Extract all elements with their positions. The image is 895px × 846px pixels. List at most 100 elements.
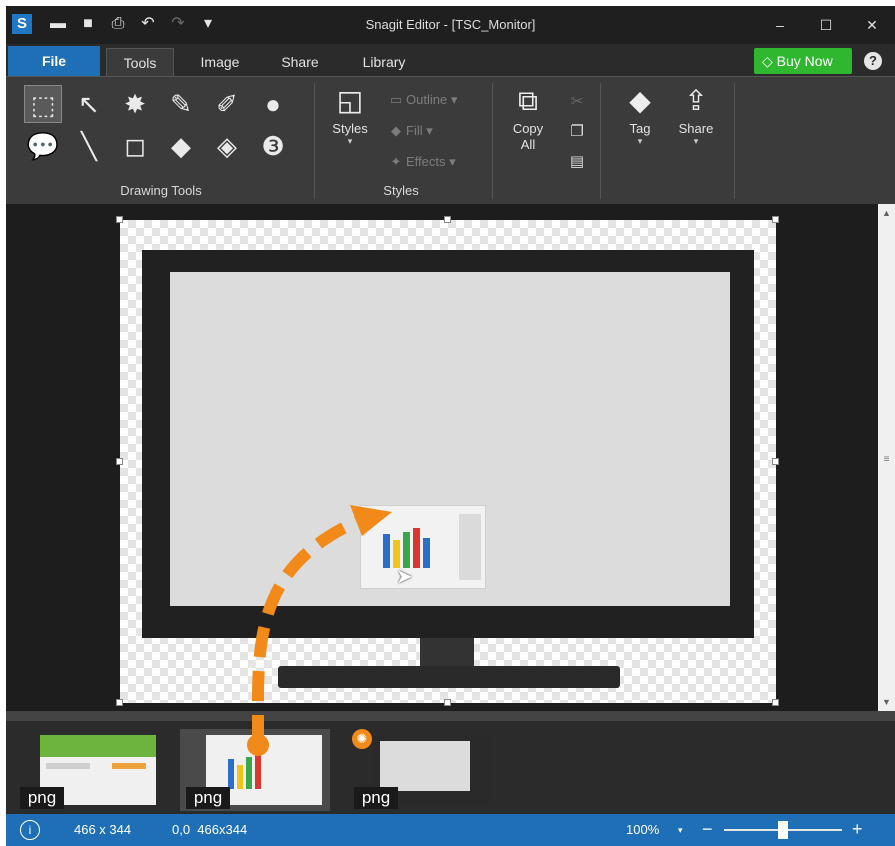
effects-option[interactable]: ✦ Effects ▾ (386, 151, 456, 173)
effects-icon: ✦ (390, 154, 402, 169)
resize-handle[interactable] (444, 216, 451, 223)
styles-group-label: Styles (383, 183, 419, 198)
bar-graphic (237, 765, 243, 789)
bar-blue (383, 534, 390, 568)
image-canvas[interactable]: ➤ (116, 216, 779, 706)
copy-all-icon: ⧉ (518, 85, 538, 116)
selection-tool-icon[interactable]: ⬚ (24, 85, 62, 123)
bar-red (413, 528, 420, 568)
scroll-grip-icon[interactable]: ≡ (882, 454, 891, 465)
tab-tools[interactable]: Tools (106, 48, 174, 76)
step-tool-icon[interactable]: ❸ (254, 127, 292, 165)
line-tool-icon[interactable]: ╲ (70, 127, 108, 165)
green-header-graphic (40, 735, 156, 757)
text-line-graphic (46, 763, 90, 769)
editor-canvas[interactable]: ➤ (6, 204, 878, 711)
window-controls: – ☐ ✕ (757, 6, 895, 44)
drawing-tools-label: Drawing Tools (120, 183, 202, 198)
tray-splitter[interactable] (6, 711, 895, 721)
group-divider (600, 83, 601, 199)
paste-icon[interactable]: ▤ (566, 151, 588, 173)
cut-icon[interactable]: ✂ (566, 91, 588, 113)
copy-all-button[interactable]: ⧉ Copy All (500, 81, 556, 153)
resize-handle[interactable] (772, 458, 779, 465)
thumbnail-type-label: png (20, 787, 64, 809)
monitor-stand-base (278, 666, 620, 688)
orange-line-graphic (112, 763, 146, 769)
tab-library[interactable]: Library (346, 48, 422, 76)
outline-icon: ▭ (389, 92, 403, 107)
tray-scrollbar[interactable] (878, 721, 895, 814)
stamp-tool-icon[interactable]: ✸ (116, 85, 154, 123)
resize-handle[interactable] (772, 216, 779, 223)
zoom-dropdown-icon[interactable]: ▾ (678, 825, 683, 836)
copy-all-label-line1: Copy (512, 121, 544, 136)
resize-handle[interactable] (116, 699, 123, 706)
tab-share[interactable]: Share (268, 48, 332, 76)
info-icon[interactable]: i (20, 820, 40, 840)
minimize-button[interactable]: – (757, 6, 803, 44)
resize-handle[interactable] (772, 699, 779, 706)
chevron-down-icon: ▾ (693, 136, 699, 146)
styles-button[interactable]: ◱ Styles ▾ (322, 81, 378, 146)
bar-green (403, 532, 410, 568)
fill-bucket-icon: ◆ (391, 123, 401, 138)
maximize-button[interactable]: ☐ (803, 6, 849, 44)
buy-now-button[interactable]: ◇ Buy Now (754, 48, 852, 74)
scroll-up-icon[interactable]: ▲ (878, 208, 895, 218)
fill-option[interactable]: ◆ Fill ▾ (386, 120, 433, 142)
title-bar: S ▬ ■ ⎙ ↶ ↷ ▾ Snagit Editor - [TSC_Monit… (6, 6, 895, 44)
ribbon-panel: ⬚ ↖ ✸ ✎ ✐ ● 💬 ╲ ◻ ◆ ◈ ❸ Drawing Tools ◱ … (6, 76, 895, 204)
chevron-down-icon: ▾ (347, 136, 353, 146)
thumbnail-type-label: png (354, 787, 398, 809)
tag-icon: ◆ (629, 85, 651, 116)
highlighter-tool-icon[interactable]: ✐ (208, 85, 246, 123)
pen-tool-icon[interactable]: ✎ (162, 85, 200, 123)
resize-handle[interactable] (444, 699, 451, 706)
group-divider (492, 83, 493, 199)
tab-file[interactable]: File (8, 46, 100, 76)
blur-drop-tool-icon[interactable]: ● (254, 85, 292, 123)
tag-button[interactable]: ◆ Tag ▾ (612, 81, 668, 146)
shape-tool-icon[interactable]: ◻ (116, 127, 154, 165)
group-divider (314, 83, 315, 199)
recent-captures-tray: png png ✺ png (6, 721, 895, 814)
fill-label: Fill (406, 123, 423, 138)
zoom-out-button[interactable]: − (702, 819, 713, 840)
zoom-level[interactable]: 100% (626, 822, 659, 837)
buy-now-label: Buy Now (776, 53, 833, 69)
thumbnail-type-label: png (186, 787, 230, 809)
screen-thumbnail-graphic (360, 505, 486, 589)
fill-tool-icon[interactable]: ◆ (162, 127, 200, 165)
scroll-down-icon[interactable]: ▼ (878, 697, 895, 707)
zoom-slider-thumb[interactable] (778, 821, 788, 839)
sidebar-graphic (459, 514, 481, 580)
bar-yellow (393, 540, 400, 568)
group-divider (734, 83, 735, 199)
resize-handle[interactable] (116, 458, 123, 465)
canvas-vertical-scrollbar[interactable]: ▲ ≡ ▼ (878, 204, 895, 711)
bar-graphic (255, 753, 261, 789)
share-export-icon: ⇪ (684, 85, 708, 116)
tray-thumbnail-selected[interactable]: png (180, 729, 330, 811)
tag-label: Tag (629, 121, 651, 136)
copy-all-label-line2: All (520, 137, 536, 152)
arrow-tool-icon[interactable]: ↖ (70, 85, 108, 123)
chevron-down-icon: ▾ (637, 136, 643, 146)
help-icon[interactable]: ? (864, 52, 882, 70)
cursor-position: 0,0 466x344 (172, 822, 248, 837)
share-button[interactable]: ⇪ Share ▾ (668, 81, 724, 146)
styles-icon: ◱ (336, 85, 364, 116)
tab-image[interactable]: Image (184, 48, 256, 76)
outline-option[interactable]: ▭ Outline ▾ (386, 89, 458, 111)
copy-icon[interactable]: ❐ (566, 121, 588, 143)
callout-tool-icon[interactable]: 💬 (24, 127, 62, 165)
bar-graphic (246, 757, 252, 789)
resize-handle[interactable] (116, 216, 123, 223)
tray-thumbnail[interactable]: png (14, 729, 164, 811)
eraser-tool-icon[interactable]: ◈ (208, 127, 246, 165)
image-dimensions: 466 x 344 (74, 822, 132, 837)
close-button[interactable]: ✕ (849, 6, 895, 44)
zoom-in-button[interactable]: + (852, 819, 863, 840)
tray-thumbnail[interactable]: ✺ png (348, 729, 498, 811)
